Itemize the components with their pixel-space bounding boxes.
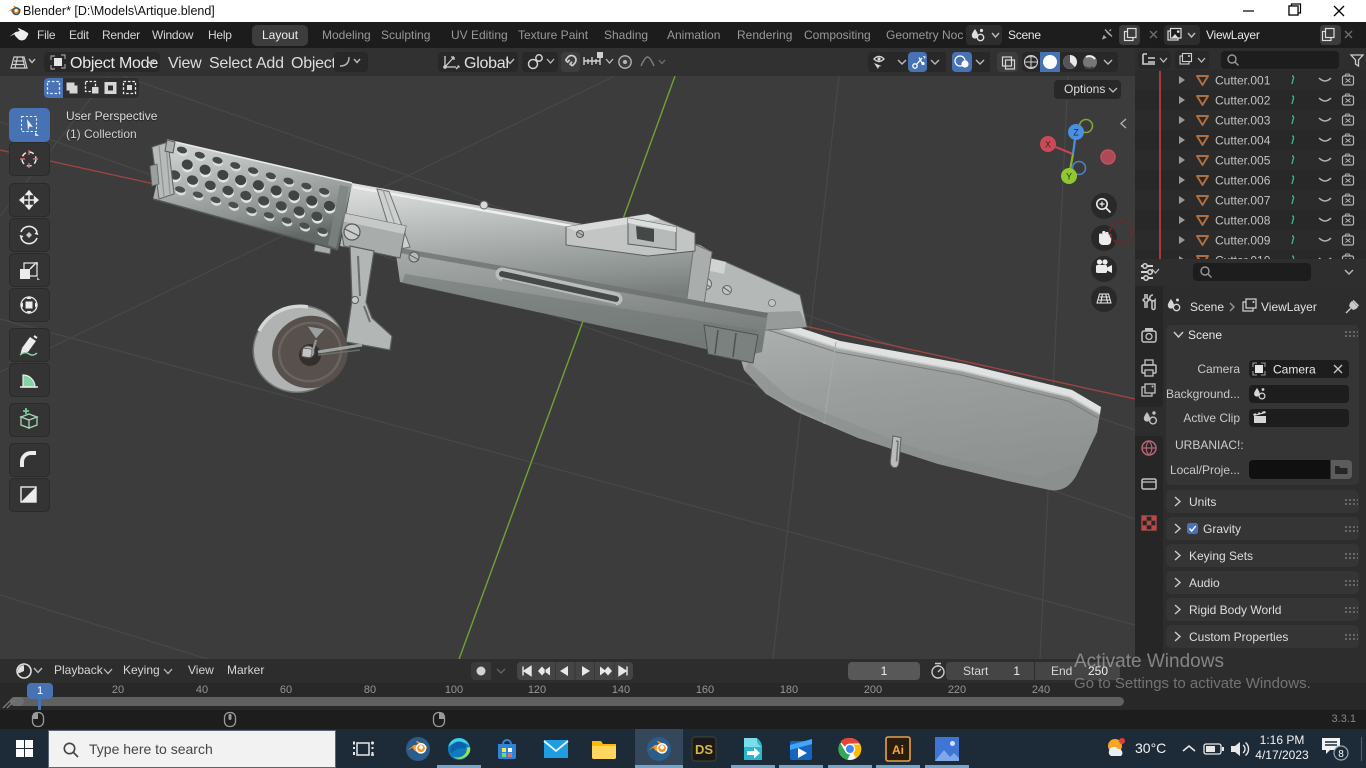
- svg-text:Scene: Scene: [1188, 328, 1222, 342]
- svg-text:8: 8: [1338, 749, 1344, 760]
- svg-text:Cutter.005: Cutter.005: [1215, 154, 1271, 168]
- svg-text:Cutter.004: Cutter.004: [1215, 134, 1271, 148]
- svg-text:Cutter.009: Cutter.009: [1215, 234, 1271, 248]
- svg-text:Cutter.007: Cutter.007: [1215, 194, 1271, 208]
- svg-text:Audio: Audio: [1189, 576, 1220, 590]
- svg-text:Rigid Body World: Rigid Body World: [1189, 603, 1281, 617]
- svg-text:Cutter.001: Cutter.001: [1215, 74, 1271, 88]
- svg-text:ViewLayer: ViewLayer: [1261, 300, 1317, 314]
- svg-text:Cutter.008: Cutter.008: [1215, 214, 1271, 228]
- svg-text:Cutter.002: Cutter.002: [1215, 94, 1271, 108]
- svg-text:X: X: [1045, 140, 1051, 150]
- svg-text:Gravity: Gravity: [1203, 522, 1241, 536]
- svg-text:Custom Properties: Custom Properties: [1189, 630, 1288, 644]
- svg-text:Keying Sets: Keying Sets: [1189, 549, 1253, 563]
- svg-text:Z: Z: [1073, 128, 1079, 138]
- svg-text:Ai: Ai: [892, 743, 904, 757]
- svg-text:Units: Units: [1189, 495, 1216, 509]
- svg-text:Cutter.006: Cutter.006: [1215, 174, 1271, 188]
- svg-text:Scene: Scene: [1190, 300, 1224, 314]
- svg-text:Cutter.003: Cutter.003: [1215, 114, 1271, 128]
- svg-text:Y: Y: [1066, 172, 1072, 182]
- svg-text:DS: DS: [695, 742, 713, 757]
- svg-text:Camera: Camera: [1273, 363, 1316, 377]
